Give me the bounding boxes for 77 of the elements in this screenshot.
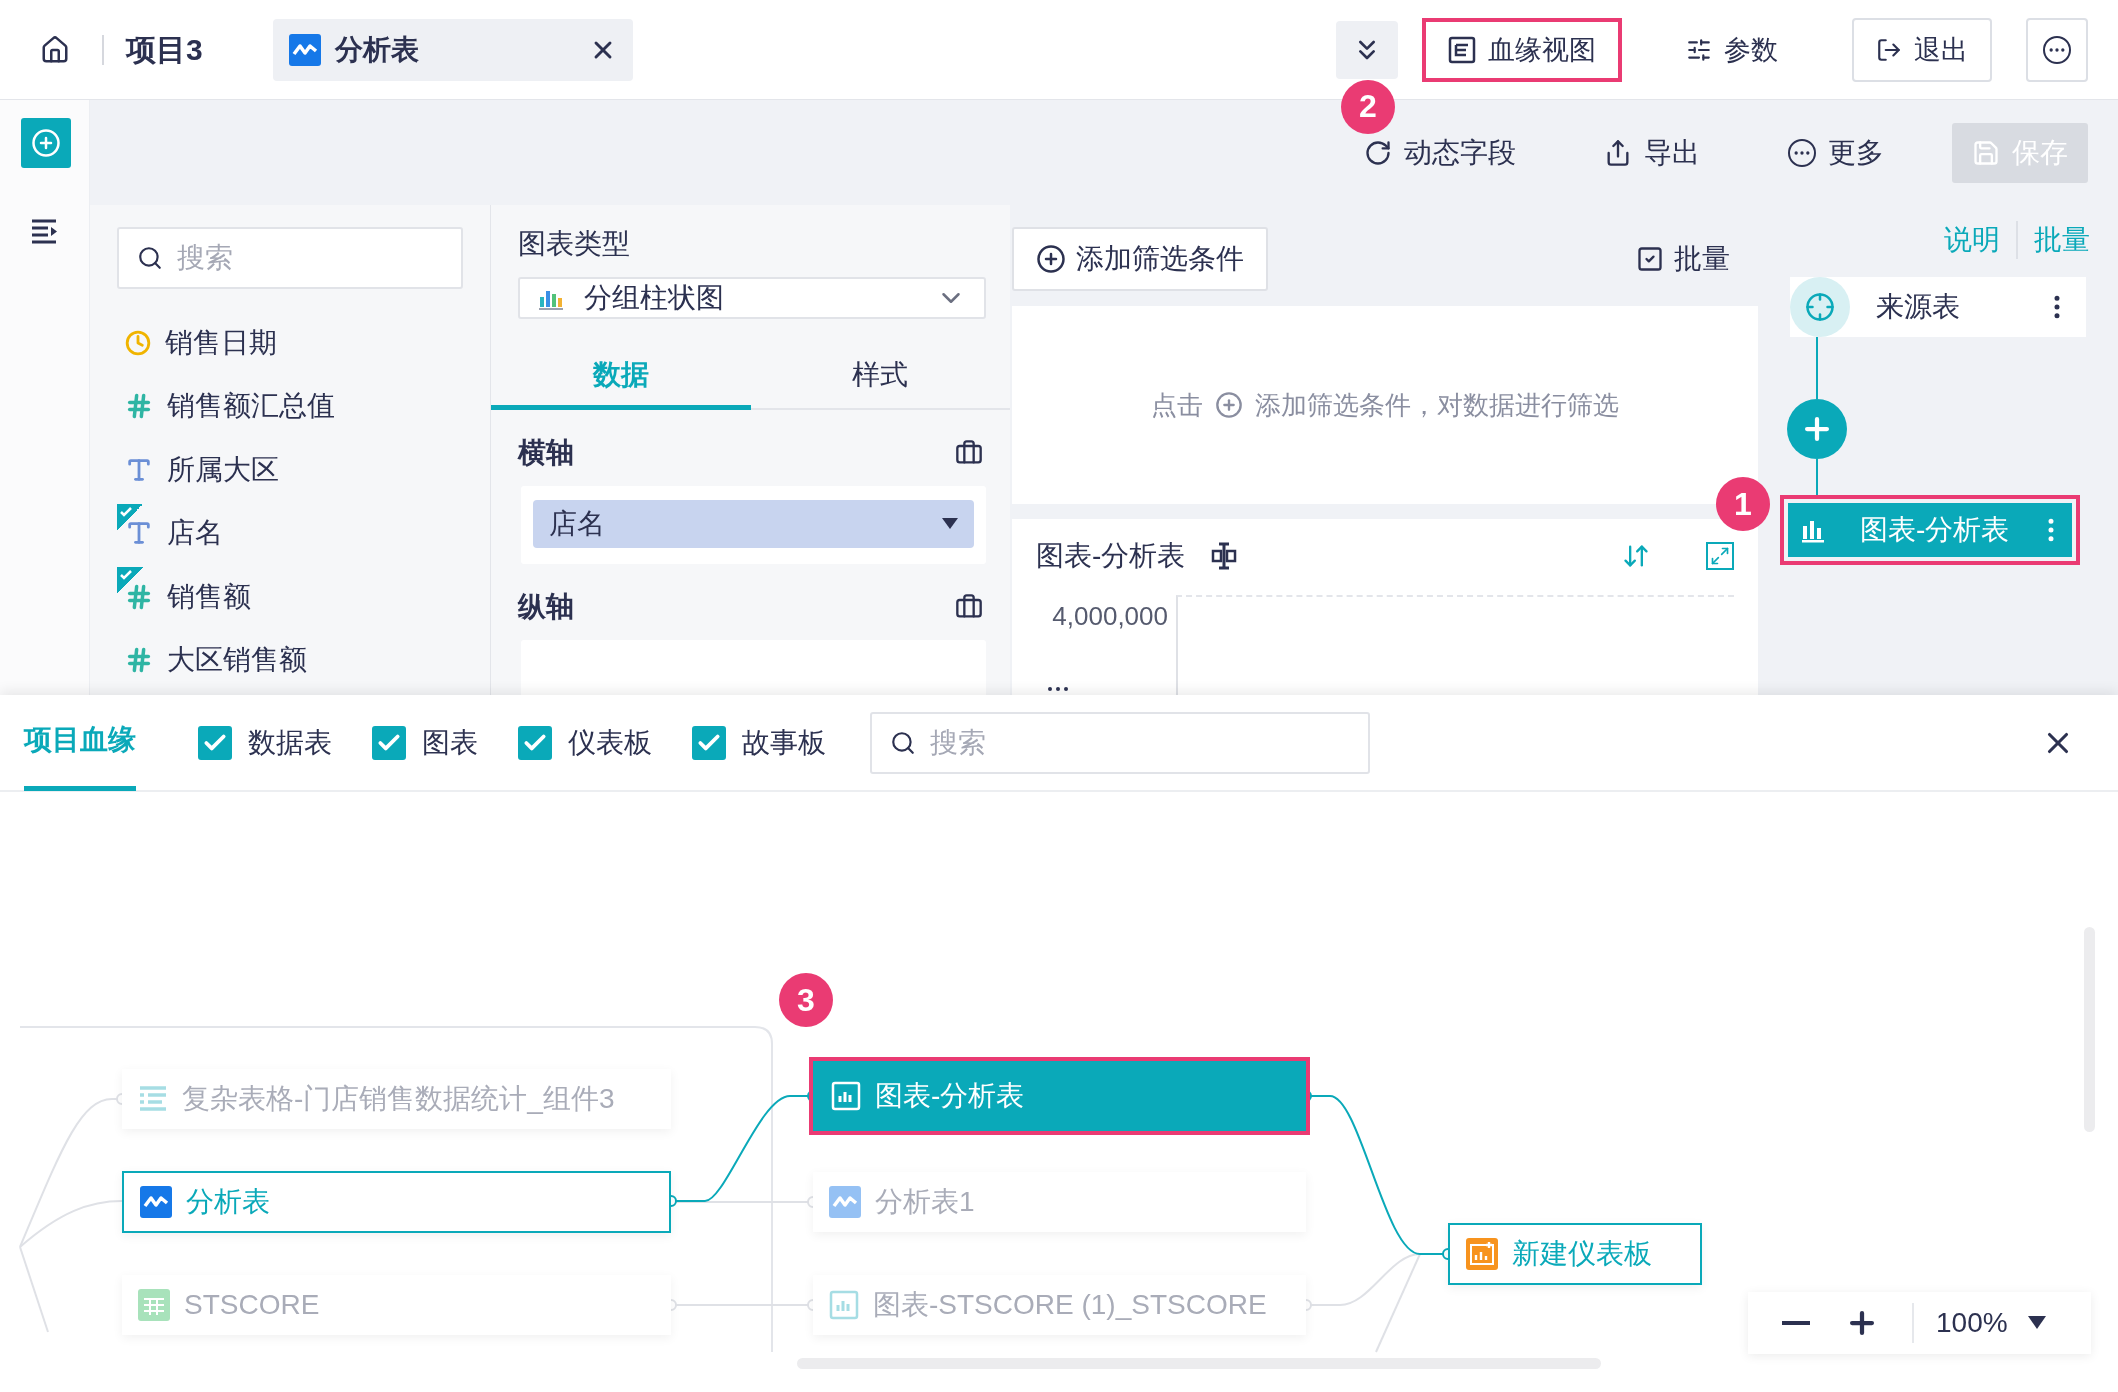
tab-label: 分析表	[334, 32, 420, 67]
menu-icon[interactable]	[29, 218, 60, 244]
refresh-icon	[1364, 138, 1392, 167]
search-field[interactable]: 搜索	[870, 711, 1370, 774]
hint-text: 添加筛选条件，对数据进行筛选	[1255, 388, 1619, 422]
more-icon	[1788, 138, 1816, 167]
checkbox[interactable]	[198, 725, 232, 760]
clock-icon	[125, 329, 151, 356]
open-tab[interactable]: 分析表	[272, 18, 633, 81]
add-filter-button[interactable]: 添加筛选条件	[1012, 227, 1268, 291]
add-icon	[31, 128, 61, 158]
chart-type-label: 图表类型	[517, 227, 631, 261]
search-input[interactable]: 搜索	[175, 241, 443, 275]
sliders-icon	[1686, 36, 1712, 63]
check-square-icon	[1636, 245, 1664, 273]
bar-chart-icon	[829, 1290, 859, 1320]
hint-text: 点击	[1151, 388, 1203, 422]
axis-label: 纵轴	[518, 590, 574, 624]
chart-title: 图表-分析表	[1036, 539, 1186, 573]
search-field[interactable]: 搜索	[117, 227, 463, 289]
expand-icon[interactable]	[1706, 542, 1734, 570]
source-node[interactable]: 来源表	[1790, 277, 2086, 337]
hash-icon	[125, 582, 153, 611]
add-icon	[1036, 244, 1066, 274]
chart-type-select[interactable]: 分组柱状图	[518, 277, 986, 319]
collapse-button[interactable]	[1336, 20, 1398, 79]
callout-badge: 2	[1341, 79, 1395, 134]
project-name: 项目3	[102, 34, 203, 65]
more-button[interactable]: 更多	[1768, 122, 1904, 183]
field-label[interactable]: 销售额汇总值	[167, 387, 335, 426]
hash-icon	[125, 392, 153, 421]
batch-button[interactable]: 批量	[1636, 240, 1758, 278]
field-chip[interactable]: 店名	[533, 500, 974, 548]
wave-chart-icon	[829, 1186, 861, 1218]
checkbox[interactable]	[692, 725, 726, 760]
search-input[interactable]: 搜索	[928, 725, 1350, 760]
axis-tick-label: 4,000,000	[1051, 600, 1169, 632]
field-label[interactable]: 销售额	[167, 577, 251, 616]
exit-icon	[1876, 36, 1902, 63]
search-icon	[890, 729, 916, 756]
checkbox[interactable]	[518, 725, 552, 760]
grid-table-icon	[138, 1289, 170, 1321]
wave-chart-icon	[288, 33, 321, 66]
callout-badge: 3	[779, 973, 833, 1027]
add-button[interactable]	[21, 118, 71, 168]
wave-chart-icon	[140, 1186, 172, 1218]
text-cursor-icon[interactable]	[1211, 542, 1238, 570]
checkbox[interactable]	[372, 725, 406, 760]
tab[interactable]: 样式	[750, 345, 1010, 410]
save-icon	[1972, 138, 2000, 167]
dashboard-icon	[1466, 1238, 1498, 1270]
checkbox-label: 图表	[422, 725, 478, 760]
axis-drop-zone[interactable]: 店名	[521, 486, 986, 564]
axis-label: 横轴	[518, 436, 574, 470]
table-list-icon	[138, 1085, 168, 1113]
drag-handle-icon[interactable]	[1048, 687, 1068, 691]
checkbox-label: 故事板	[742, 725, 826, 760]
caret-icon	[942, 518, 958, 530]
checkbox-label: 仪表板	[568, 725, 652, 760]
caret-icon	[2027, 1316, 2046, 1330]
search-icon	[137, 245, 163, 271]
crosshair-icon	[1805, 292, 1835, 322]
field-label[interactable]: 所属大区	[167, 450, 279, 489]
more-icon	[2043, 35, 2071, 64]
checkbox-label: 数据表	[248, 725, 332, 760]
more-button[interactable]	[2026, 17, 2088, 82]
field-label[interactable]: 店名	[167, 514, 223, 553]
home-icon	[40, 34, 70, 65]
field-label[interactable]: 销售日期	[165, 323, 277, 362]
exit-button[interactable]: 退出	[1852, 17, 1992, 82]
add-icon	[1215, 391, 1243, 419]
bar-chart-icon	[831, 1081, 861, 1111]
hash-icon	[125, 646, 153, 675]
add-step-button[interactable]	[1787, 399, 1847, 459]
field-label[interactable]: 大区销售额	[167, 641, 307, 680]
zoom-select[interactable]: 100%	[1912, 1303, 2046, 1343]
minus-icon	[1782, 1321, 1810, 1325]
